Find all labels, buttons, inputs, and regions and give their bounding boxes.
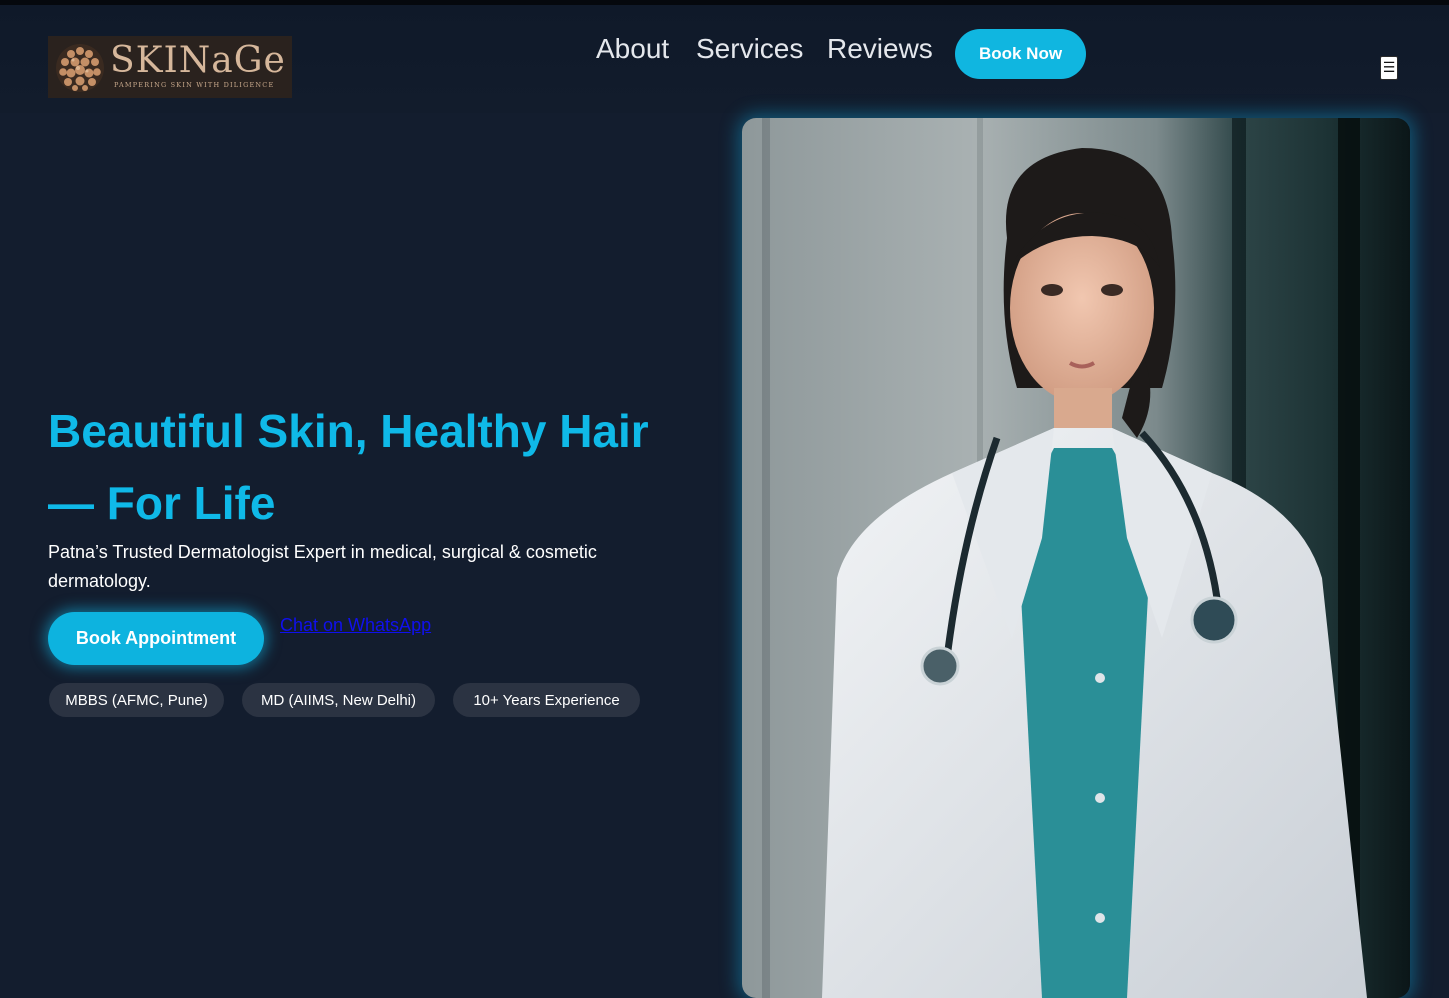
nav-about[interactable]: About — [596, 33, 669, 65]
hero-subtitle: Patna’s Trusted Dermatologist Expert in … — [48, 542, 597, 591]
credential-badge: 10+ Years Experience — [453, 683, 640, 717]
hero-title: Beautiful Skin, Healthy Hair — For Life — [48, 405, 649, 529]
menu-toggle-button[interactable]: ☰ — [1380, 56, 1398, 80]
nav-services[interactable]: Services — [696, 33, 803, 65]
doctor-photo — [742, 118, 1410, 998]
whatsapp-chat-link[interactable]: Chat on WhatsApp — [280, 615, 431, 636]
doctor-portrait-image — [742, 118, 1410, 998]
credential-badge: MD (AIIMS, New Delhi) — [242, 683, 435, 717]
site-header: SKINaGe PAMPERING SKIN WITH DILIGENCE Ab… — [0, 5, 1449, 113]
logo[interactable]: SKINaGe PAMPERING SKIN WITH DILIGENCE — [48, 36, 292, 98]
sphere-mosaic-icon — [56, 44, 104, 92]
book-appointment-button[interactable]: Book Appointment — [48, 612, 264, 665]
nav-reviews[interactable]: Reviews — [827, 33, 933, 65]
book-now-button[interactable]: Book Now — [955, 29, 1086, 79]
credential-badge: MBBS (AFMC, Pune) — [49, 683, 224, 717]
hamburger-menu-icon: ☰ — [1382, 60, 1396, 76]
logo-name: SKINaGe — [110, 40, 286, 81]
logo-tagline: PAMPERING SKIN WITH DILIGENCE — [114, 81, 275, 89]
